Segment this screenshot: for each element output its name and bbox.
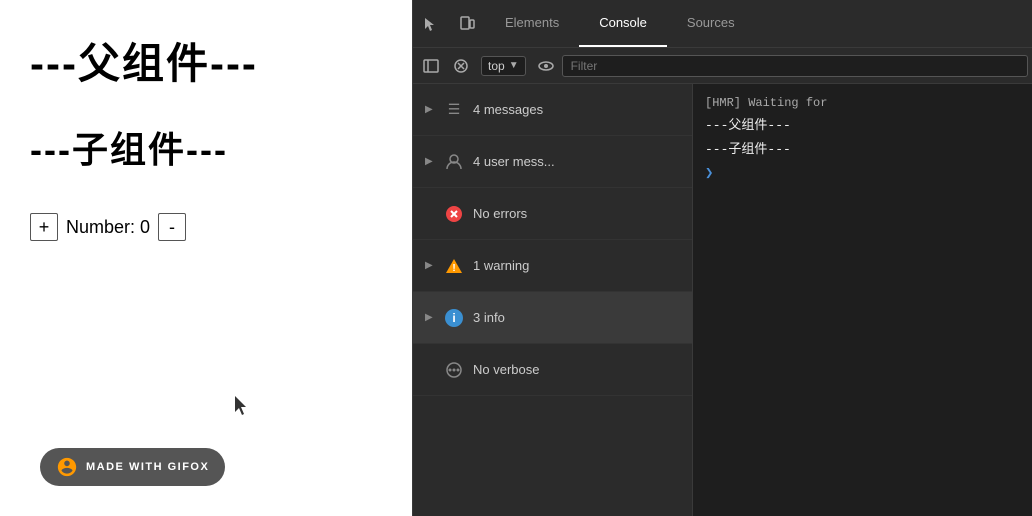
tab-elements[interactable]: Elements bbox=[485, 0, 579, 47]
device-emulation-button[interactable] bbox=[449, 6, 485, 42]
sidebar-item-info[interactable]: ▶ i 3 info bbox=[413, 292, 692, 344]
console-line-parent: ---父组件--- bbox=[693, 114, 1032, 138]
eye-button[interactable] bbox=[532, 52, 560, 80]
errors-label: No errors bbox=[473, 206, 527, 221]
arrow-icon: ▶ bbox=[425, 104, 435, 115]
level-selector[interactable]: top ▼ bbox=[481, 56, 526, 76]
devtools-topbar: Elements Console Sources bbox=[413, 0, 1032, 48]
increment-button[interactable]: + bbox=[30, 213, 58, 241]
warning-icon: ! bbox=[445, 257, 463, 275]
error-icon bbox=[445, 205, 463, 223]
gifox-icon bbox=[56, 456, 78, 478]
sidebar-toggle-button[interactable] bbox=[417, 52, 445, 80]
cursor-indicator bbox=[235, 396, 251, 421]
messages-label: 4 messages bbox=[473, 102, 543, 117]
console-chevron-icon: ❯ bbox=[705, 165, 713, 182]
svg-text:!: ! bbox=[452, 263, 455, 274]
gifox-text: MADE WITH GIFOX bbox=[86, 461, 209, 473]
console-line-child: ---子组件--- bbox=[693, 138, 1032, 162]
console-toolbar: top ▼ bbox=[413, 48, 1032, 84]
sidebar-item-user-messages[interactable]: ▶ 4 user mess... bbox=[413, 136, 692, 188]
left-panel: ---父组件--- ---子组件--- + Number: 0 - MADE W… bbox=[0, 0, 412, 516]
clear-console-button[interactable] bbox=[447, 52, 475, 80]
arrow-icon: ▶ bbox=[425, 312, 435, 323]
gifox-badge: MADE WITH GIFOX bbox=[40, 448, 225, 486]
console-main: ▶ ☰ 4 messages ▶ 4 user mess... ▶ bbox=[413, 84, 1032, 516]
tab-console[interactable]: Console bbox=[579, 0, 667, 47]
level-value: top bbox=[488, 59, 505, 73]
arrow-icon: ▶ bbox=[425, 260, 435, 271]
filter-input[interactable] bbox=[562, 55, 1028, 77]
arrow-icon: ▶ bbox=[425, 156, 435, 167]
console-prompt-row: ❯ bbox=[693, 161, 1032, 186]
warnings-label: 1 warning bbox=[473, 258, 529, 273]
info-label: 3 info bbox=[473, 310, 505, 325]
tab-sources[interactable]: Sources bbox=[667, 0, 755, 47]
sidebar-item-verbose[interactable]: ▶ No verbose bbox=[413, 344, 692, 396]
child-component-label: ---子组件--- bbox=[30, 121, 382, 173]
sidebar-item-messages[interactable]: ▶ ☰ 4 messages bbox=[413, 84, 692, 136]
verbose-icon bbox=[445, 361, 463, 379]
console-line-hmr: [HMR] Waiting for bbox=[693, 92, 1032, 114]
user-icon bbox=[445, 153, 463, 171]
sidebar-item-warnings[interactable]: ▶ ! 1 warning bbox=[413, 240, 692, 292]
console-sidebar: ▶ ☰ 4 messages ▶ 4 user mess... ▶ bbox=[413, 84, 693, 516]
verbose-label: No verbose bbox=[473, 362, 539, 377]
devtools-panel: Elements Console Sources top bbox=[412, 0, 1032, 516]
console-output: [HMR] Waiting for ---父组件--- ---子组件--- ❯ bbox=[693, 84, 1032, 516]
user-messages-label: 4 user mess... bbox=[473, 154, 555, 169]
pointer-tool-button[interactable] bbox=[413, 6, 449, 42]
decrement-button[interactable]: - bbox=[158, 213, 186, 241]
sidebar-item-errors[interactable]: ▶ No errors bbox=[413, 188, 692, 240]
info-icon: i bbox=[445, 309, 463, 327]
parent-component-label: ---父组件--- bbox=[30, 30, 382, 91]
list-icon: ☰ bbox=[445, 101, 463, 119]
counter-row: + Number: 0 - bbox=[30, 213, 382, 241]
counter-label: Number: 0 bbox=[66, 217, 150, 238]
level-dropdown-icon: ▼ bbox=[509, 60, 519, 71]
